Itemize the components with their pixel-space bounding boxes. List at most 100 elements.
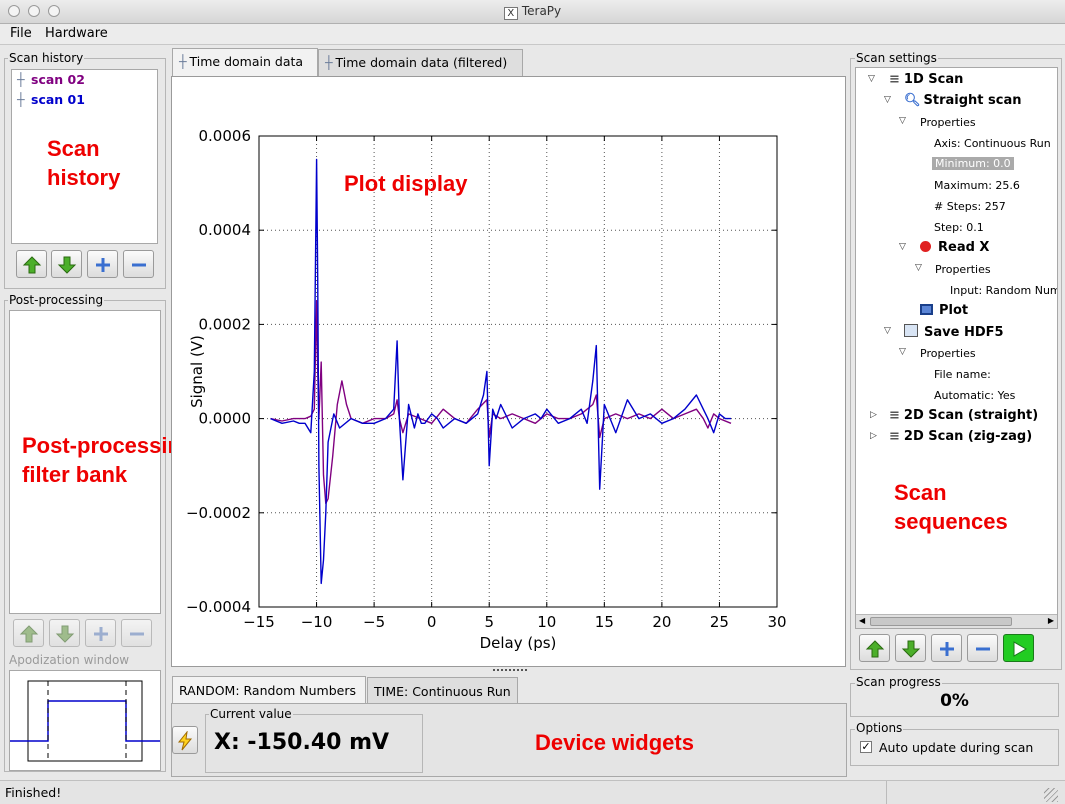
tree-item-automatic[interactable]: Automatic: Yes xyxy=(934,389,1015,402)
tree-item-minimum[interactable]: Minimum: 0.0 xyxy=(932,157,1014,170)
tree-item-file-name[interactable]: File name: xyxy=(934,368,991,381)
scroll-left-icon[interactable]: ◀ xyxy=(859,616,865,625)
auto-update-checkbox[interactable]: ✓ xyxy=(860,741,872,753)
series-line xyxy=(270,158,731,585)
tree-item-axis[interactable]: Axis: Continuous Run xyxy=(934,137,1051,150)
tree-item-read-x[interactable]: Read X xyxy=(920,240,989,255)
tab-continuous-run[interactable]: TIME: Continuous Run xyxy=(367,677,518,704)
record-icon xyxy=(920,241,931,252)
list-icon: ≡ xyxy=(889,408,900,423)
tree-item-maximum[interactable]: Maximum: 25.6 xyxy=(934,179,1020,192)
tree-item-input[interactable]: Input: Random Num xyxy=(950,284,1057,297)
tree-item-steps[interactable]: # Steps: 257 xyxy=(934,200,1006,213)
y-tick-label: −0.0004 xyxy=(186,598,251,616)
collapsed-arrow-icon[interactable]: ▷ xyxy=(870,431,877,441)
tab-random-numbers[interactable]: RANDOM: Random Numbers xyxy=(172,676,366,704)
sequence-remove-button[interactable] xyxy=(967,634,998,662)
history-remove-button[interactable] xyxy=(123,250,154,278)
y-tick-label: 0.0002 xyxy=(199,315,252,333)
annotation-post-processing-2: filter bank xyxy=(22,462,128,487)
tree-item-2d-scan-straight[interactable]: ≡ 2D Scan (straight) xyxy=(889,408,1038,423)
minus-icon xyxy=(976,647,990,651)
expand-arrow-icon[interactable]: ▽ xyxy=(884,95,891,105)
list-item[interactable]: ┼ scan 02 xyxy=(17,72,85,87)
x-tick-label: 5 xyxy=(484,613,494,631)
tree-item-plot[interactable]: Plot xyxy=(920,303,968,318)
arrow-down-icon xyxy=(57,256,77,274)
scan-progress-title: Scan progress xyxy=(855,675,942,689)
sequence-move-down-button[interactable] xyxy=(895,634,926,662)
x-tick-label: 10 xyxy=(537,613,556,631)
arrow-up-icon xyxy=(865,640,885,658)
start-scan-button[interactable] xyxy=(1003,634,1034,662)
filter-move-down-button[interactable] xyxy=(49,619,80,647)
tree-item-2d-scan-zigzag[interactable]: ≡ 2D Scan (zig-zag) xyxy=(889,429,1032,444)
plot-series xyxy=(270,158,732,585)
y-axis-label: Signal (V) xyxy=(188,335,206,408)
tab-label: TIME: Continuous Run xyxy=(374,684,511,699)
x-tick-label: −10 xyxy=(301,613,333,631)
x11-logo-icon: X xyxy=(503,7,518,20)
tree-item-save-hdf5[interactable]: Save HDF5 xyxy=(904,324,1004,340)
scroll-right-icon[interactable]: ▶ xyxy=(1048,616,1054,625)
history-move-up-button[interactable] xyxy=(16,250,47,278)
tree-item-1d-scan[interactable]: ≡ 1D Scan xyxy=(889,72,963,87)
tree-item-step[interactable]: Step: 0.1 xyxy=(934,221,984,234)
tree-item-properties[interactable]: Properties xyxy=(920,347,976,360)
annotation-plot-display: Plot display xyxy=(344,171,468,196)
arrow-up-icon xyxy=(19,625,39,643)
tree-item-straight-scan[interactable]: 🔍︎ Straight scan xyxy=(904,93,1022,108)
expand-arrow-icon[interactable]: ▽ xyxy=(899,242,906,252)
plot-panel: −15 −10 −5 0 5 10 15 20 25 30 −0.0004 −0.0002 0.0000… xyxy=(171,76,846,667)
apodization-window-plot xyxy=(10,680,160,762)
filter-remove-button[interactable] xyxy=(121,619,152,647)
play-icon xyxy=(1013,641,1027,657)
scrollbar-thumb[interactable] xyxy=(870,617,1012,626)
post-processing-title: Post-processing xyxy=(8,293,105,307)
menu-hardware[interactable]: Hardware xyxy=(45,26,108,41)
apodization-title: Apodization window xyxy=(9,653,130,667)
tree-item-properties[interactable]: Properties xyxy=(920,116,976,129)
plot-axes-frame xyxy=(258,135,778,608)
options-title: Options xyxy=(855,721,904,735)
history-add-button[interactable] xyxy=(87,250,118,278)
x-tick-label: −5 xyxy=(363,613,385,631)
filter-add-button[interactable] xyxy=(85,619,116,647)
status-bar: Finished! xyxy=(0,780,1065,804)
collapsed-arrow-icon[interactable]: ▷ xyxy=(870,410,877,420)
annotation-device-widgets: Device widgets xyxy=(535,730,694,755)
menu-file[interactable]: File xyxy=(10,26,32,41)
sequence-move-up-button[interactable] xyxy=(859,634,890,662)
resize-grip-icon[interactable] xyxy=(1044,788,1058,802)
expand-arrow-icon[interactable]: ▽ xyxy=(899,116,906,126)
x-axis-label: Delay (ps) xyxy=(480,634,557,652)
menu-bar: File Hardware xyxy=(0,24,1065,45)
tree-horizontal-scrollbar[interactable]: ◀ ▶ xyxy=(856,614,1057,628)
tab-label: Time domain data (filtered) xyxy=(335,55,508,70)
filter-move-up-button[interactable] xyxy=(13,619,44,647)
x-tick-label: 15 xyxy=(595,613,614,631)
device-trigger-button[interactable] xyxy=(172,726,198,754)
plot-canvas[interactable]: −15 −10 −5 0 5 10 15 20 25 30−0.0004−0.00020.0000… xyxy=(172,77,845,666)
status-text: Finished! xyxy=(5,785,62,800)
sequence-add-button[interactable] xyxy=(931,634,962,662)
list-item[interactable]: ┼ scan 01 xyxy=(17,92,85,107)
expand-arrow-icon[interactable]: ▽ xyxy=(868,74,875,84)
scan-progress-value: 0% xyxy=(940,691,969,711)
tab-time-domain-filtered[interactable]: ┼ Time domain data (filtered) xyxy=(318,49,523,76)
annotation-scan-history-1: Scan xyxy=(47,136,100,161)
window-title: TeraPy xyxy=(521,4,562,18)
expand-arrow-icon[interactable]: ▽ xyxy=(915,263,922,273)
current-value-title: Current value xyxy=(209,707,293,721)
tree-item-properties[interactable]: Properties xyxy=(935,263,991,276)
annotation-post-processing-1: Post-processing xyxy=(22,433,195,458)
magnifier-icon: 🔍︎ xyxy=(904,93,921,108)
plot-grid xyxy=(258,135,778,608)
history-move-down-button[interactable] xyxy=(51,250,82,278)
tab-time-domain[interactable]: ┼ Time domain data xyxy=(172,48,318,76)
expand-arrow-icon[interactable]: ▽ xyxy=(884,326,891,336)
expand-arrow-icon[interactable]: ▽ xyxy=(899,347,906,357)
y-tick-label: 0.0006 xyxy=(199,127,252,145)
splitter-handle[interactable] xyxy=(493,669,527,674)
save-icon xyxy=(904,324,918,337)
